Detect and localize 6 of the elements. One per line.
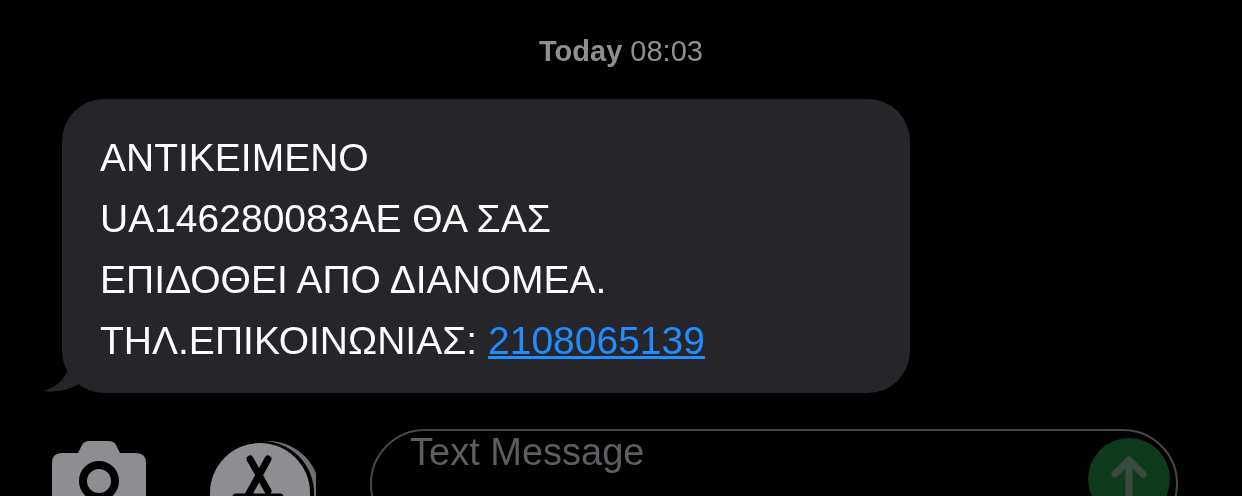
message-timestamp: Today 08:03 [539,34,703,69]
message-text: ΑΝΤΙΚΕΙΜΕΝΟ UA146280083AE ΘΑ ΣΑΣ ΕΠΙΔΟΘΕΙ ΑΠΟ ΔΙΑΝΟΜΕΑ. ΤΗΛ.ΕΠΙΚΟΙΝΩΝΙΑΣ: 2108065139 [100,135,706,364]
app-store-icon[interactable] [208,439,316,496]
message-input-field[interactable]: Text Message [370,429,1178,496]
camera-icon[interactable] [52,441,146,496]
phone-link[interactable]: 2108065139 [488,319,705,362]
